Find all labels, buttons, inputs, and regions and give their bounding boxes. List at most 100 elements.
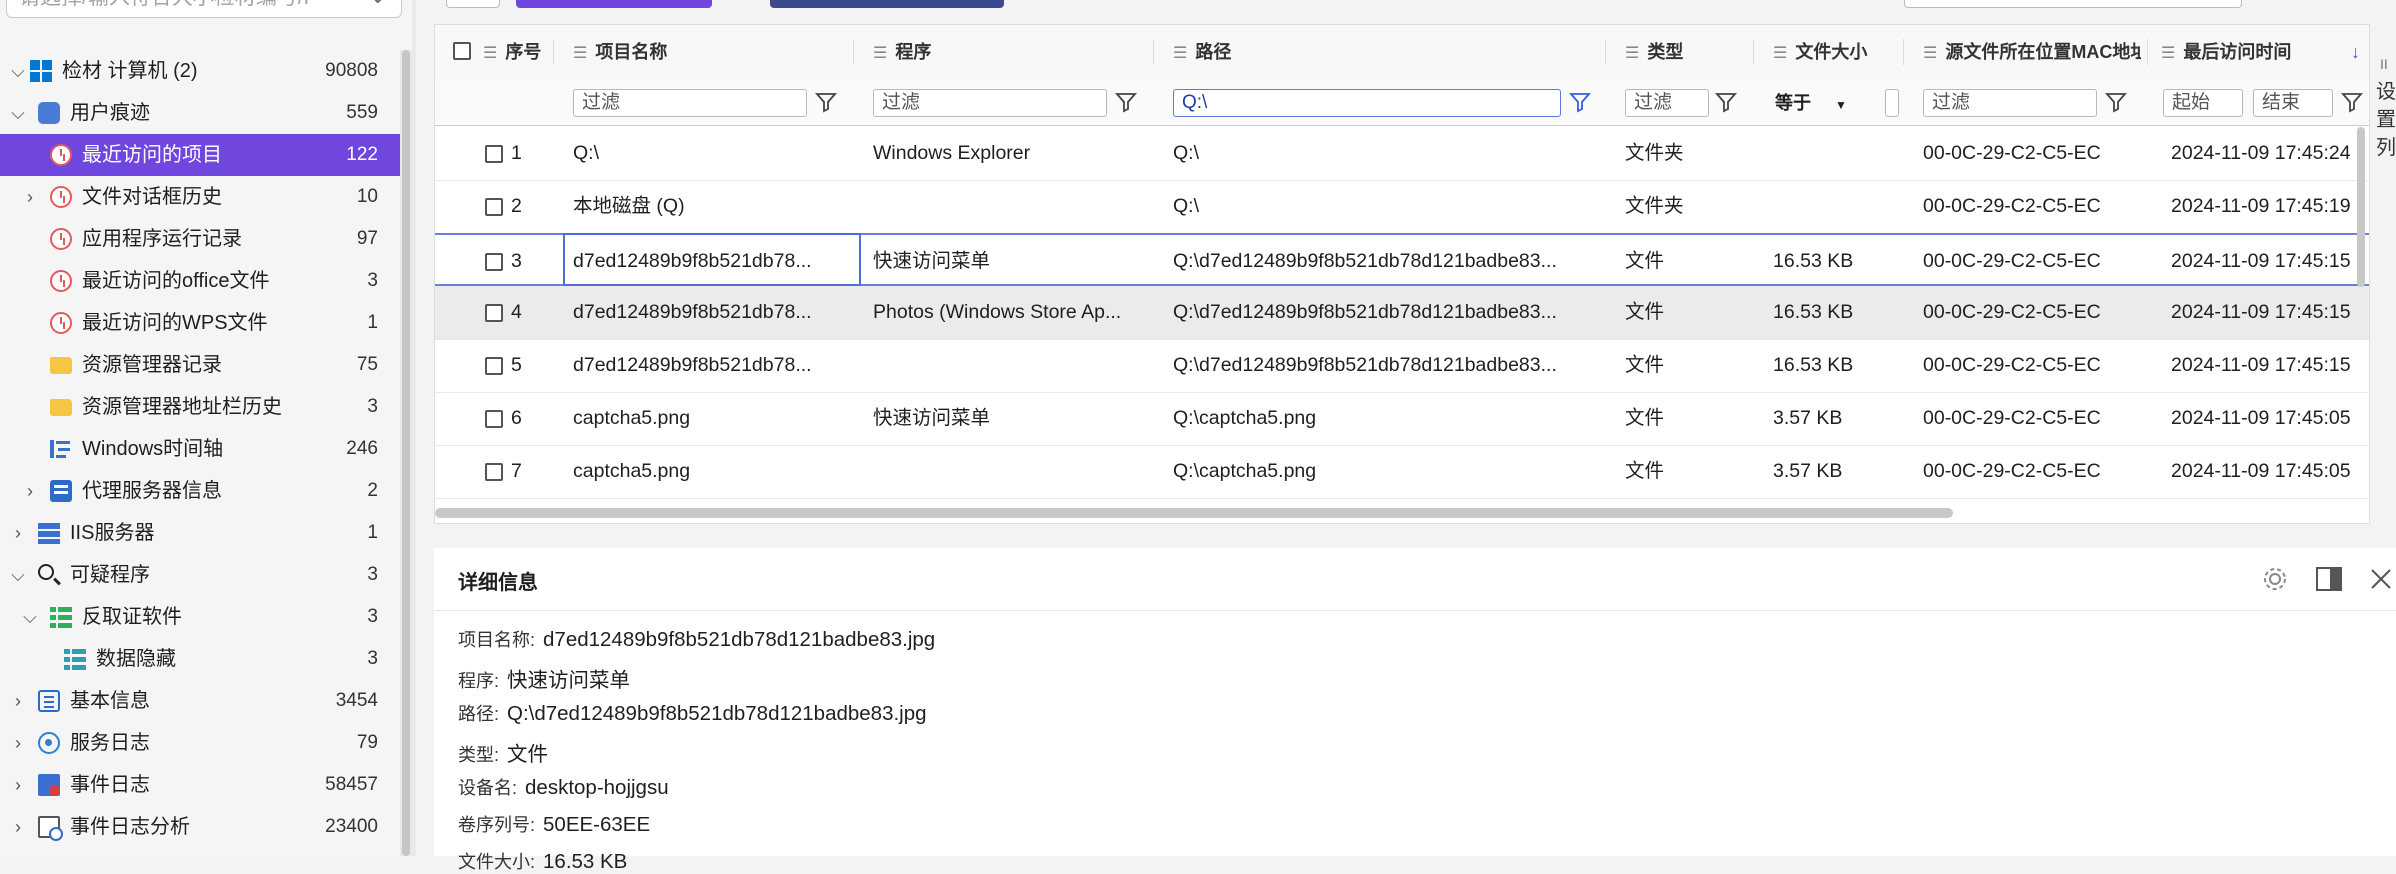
cell-time[interactable]: 2024-11-09 17:45:24 xyxy=(2171,127,2369,180)
column-grip-icon[interactable]: ☰ xyxy=(2161,45,2175,62)
size-operator-select[interactable]: 等于 ▼ xyxy=(1775,89,1847,117)
cell-program[interactable]: 快速访问菜单 xyxy=(873,235,1141,288)
panel-splitter[interactable] xyxy=(412,0,416,856)
chevron-down-icon[interactable]: ⌵ xyxy=(8,50,28,92)
cell-size[interactable]: 16.53 KB xyxy=(1773,286,1893,339)
size-value-input[interactable] xyxy=(1885,89,1899,117)
cell-name[interactable]: captcha5.png xyxy=(573,445,841,498)
column-header-last-access[interactable]: ☰ 最后访问时间 xyxy=(2161,25,2291,79)
chevron-right-icon[interactable]: › xyxy=(20,176,40,218)
cell-type[interactable]: 文件夹 xyxy=(1625,127,1745,180)
tree-node[interactable]: 应用程序运行记录 97 xyxy=(0,218,400,260)
evidence-search-box[interactable]: ⌄ xyxy=(6,0,402,18)
column-grip-icon[interactable]: ☰ xyxy=(1173,45,1187,62)
grid-vertical-scrollbar[interactable] xyxy=(2357,127,2365,287)
column-grip-icon[interactable]: ☰ xyxy=(873,45,887,62)
cell-mac[interactable]: 00-0C-29-C2-C5-EC xyxy=(1923,445,2143,498)
column-header-program[interactable]: ☰ 程序 xyxy=(873,25,931,79)
table-row[interactable]: 7 captcha5.png Q:\captcha5.png 文件 3.57 KB 00-… xyxy=(435,445,2369,499)
cell-mac[interactable]: 00-0C-29-C2-C5-EC xyxy=(1923,286,2143,339)
row-checkbox[interactable] xyxy=(485,410,503,428)
column-grip-icon[interactable]: ☰ xyxy=(573,45,587,62)
chevron-right-icon[interactable]: › xyxy=(8,512,28,554)
cell-time[interactable]: 2024-11-09 17:45:05 xyxy=(2171,392,2369,445)
filter-funnel-icon[interactable] xyxy=(815,91,837,113)
path-filter-input[interactable]: Q:\ xyxy=(1173,89,1561,117)
cell-size[interactable]: 16.53 KB xyxy=(1773,235,1893,288)
tree-node[interactable]: 资源管理器记录 75 xyxy=(0,344,400,386)
cell-mac[interactable]: 00-0C-29-C2-C5-EC xyxy=(1923,127,2143,180)
column-grip-icon[interactable]: ☰ xyxy=(1923,45,1937,62)
tree-node[interactable]: 最近访问的项目 122 xyxy=(0,134,400,176)
cell-name[interactable]: captcha5.png xyxy=(573,392,841,445)
tree-node[interactable]: 资源管理器地址栏历史 3 xyxy=(0,386,400,428)
cell-mac[interactable]: 00-0C-29-C2-C5-EC xyxy=(1923,235,2143,288)
cell-type[interactable]: 文件 xyxy=(1625,286,1745,339)
sort-descending-icon[interactable]: ↓ xyxy=(2351,25,2360,79)
chevron-down-icon[interactable]: ⌵ xyxy=(8,554,28,596)
row-checkbox[interactable] xyxy=(485,198,503,216)
column-grip-icon[interactable]: ☰ xyxy=(1773,45,1787,62)
program-filter-input[interactable]: 过滤 xyxy=(873,89,1107,117)
column-divider[interactable] xyxy=(553,39,554,65)
cell-size[interactable]: 16.53 KB xyxy=(1773,339,1893,392)
tree-node[interactable]: › 文件对话框历史 10 xyxy=(0,176,400,218)
tree-node[interactable]: › 基本信息 3454 xyxy=(0,680,400,722)
column-header-name[interactable]: ☰ 项目名称 xyxy=(573,25,667,79)
cell-program[interactable]: 快速访问菜单 xyxy=(873,392,1141,445)
cell-time[interactable]: 2024-11-09 17:45:15 xyxy=(2171,339,2369,392)
tree-node[interactable]: ⌵ 反取证软件 3 xyxy=(0,596,400,638)
close-icon[interactable] xyxy=(2366,564,2396,594)
cell-size[interactable]: 3.57 KB xyxy=(1773,392,1893,445)
mac-filter-input[interactable]: 过滤 xyxy=(1923,89,2097,117)
toolbar-search-icon[interactable] xyxy=(2260,0,2294,8)
chevron-right-icon[interactable]: › xyxy=(20,470,40,512)
tree-node[interactable]: 数据隐藏 3 xyxy=(0,638,400,680)
dropdown-chevron-icon[interactable]: ⌄ xyxy=(369,0,387,9)
settings-gear-icon[interactable] xyxy=(2260,564,2290,594)
column-settings-tab[interactable]: II 设 置 列 xyxy=(2376,50,2396,250)
cell-time[interactable]: 2024-11-09 17:45:05 xyxy=(2171,445,2369,498)
toolbar-primary-button[interactable] xyxy=(516,0,712,8)
table-row[interactable]: 6 captcha5.png 快速访问菜单 Q:\captcha5.png 文件 3.57… xyxy=(435,392,2369,446)
type-filter-input[interactable]: 过滤 xyxy=(1625,89,1709,117)
toolbar-search-box[interactable] xyxy=(1904,0,2242,8)
table-row[interactable]: 3 d7ed12489b9f8b521db78... 快速访问菜单 Q:\d7ed12… xyxy=(435,233,2369,286)
tree-scrollbar[interactable] xyxy=(400,50,412,856)
cell-mac[interactable]: 00-0C-29-C2-C5-EC xyxy=(1923,392,2143,445)
column-divider[interactable] xyxy=(1605,39,1606,65)
grid-horizontal-scrollbar[interactable] xyxy=(435,508,1953,518)
column-grip-icon[interactable]: ☰ xyxy=(483,45,497,62)
cell-type[interactable]: 文件 xyxy=(1625,392,1745,445)
filter-funnel-icon[interactable] xyxy=(2341,91,2363,113)
column-divider[interactable] xyxy=(853,39,854,65)
cell-type[interactable]: 文件夹 xyxy=(1625,180,1745,233)
tree-node[interactable]: ⌵ 可疑程序 3 xyxy=(0,554,400,596)
cell-mac[interactable]: 00-0C-29-C2-C5-EC xyxy=(1923,180,2143,233)
cell-program[interactable]: Photos (Windows Store Ap... xyxy=(873,286,1141,339)
cell-type[interactable]: 文件 xyxy=(1625,235,1745,288)
tree-node[interactable]: ⌵ 用户痕迹 559 xyxy=(0,92,400,134)
tree-node[interactable]: › IIS服务器 1 xyxy=(0,512,400,554)
chevron-right-icon[interactable]: › xyxy=(8,764,28,806)
filter-funnel-icon[interactable] xyxy=(1115,91,1137,113)
select-all-checkbox[interactable] xyxy=(453,42,471,60)
tree-node[interactable]: › 事件日志 58457 xyxy=(0,764,400,806)
filter-funnel-icon[interactable] xyxy=(1715,91,1737,113)
cell-name[interactable]: 本地磁盘 (Q) xyxy=(573,180,841,233)
name-filter-input[interactable]: 过滤 xyxy=(573,89,807,117)
chevron-right-icon[interactable]: › xyxy=(8,680,28,722)
column-divider[interactable] xyxy=(1903,39,1904,65)
row-checkbox[interactable] xyxy=(485,145,503,163)
cell-name[interactable]: d7ed12489b9f8b521db78... xyxy=(573,286,841,339)
dropdown-arrow-icon[interactable]: ▼ xyxy=(1835,98,1847,112)
cell-path[interactable]: Q:\d7ed12489b9f8b521db78d121badbe83... xyxy=(1173,235,1593,288)
column-divider[interactable] xyxy=(1753,39,1754,65)
tree-node[interactable]: ⌵ 检材 计算机 (2) 90808 xyxy=(0,50,400,92)
cell-path[interactable]: Q:\captcha5.png xyxy=(1173,392,1593,445)
tree-scrollbar-thumb[interactable] xyxy=(402,50,410,856)
table-row[interactable]: 1 Q:\ Windows Explorer Q:\ 文件夹 00-0C-29-C2-C5… xyxy=(435,127,2369,181)
table-row[interactable]: 2 本地磁盘 (Q) Q:\ 文件夹 00-0C-29-C2-C5-EC 2024-11-… xyxy=(435,180,2369,234)
column-divider[interactable] xyxy=(2147,39,2148,65)
filter-funnel-icon[interactable] xyxy=(2105,91,2127,113)
